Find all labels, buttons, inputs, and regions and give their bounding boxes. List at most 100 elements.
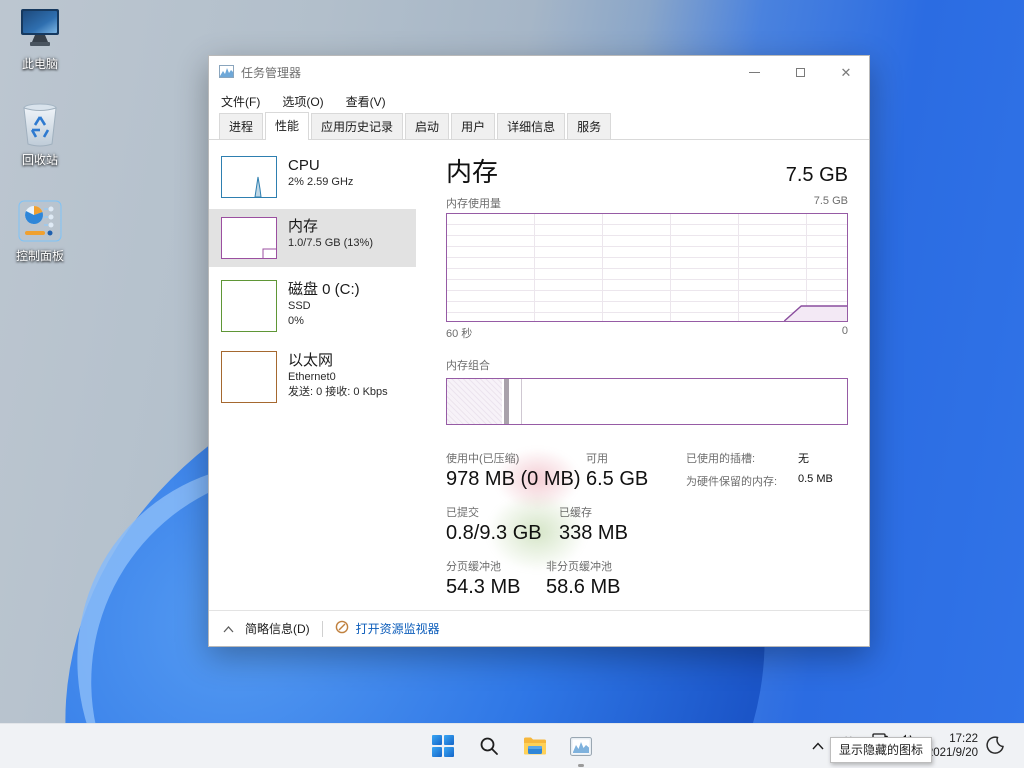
tray-chevron-button[interactable]: [812, 739, 824, 753]
desktop-icons: 此电脑 回收站 控制面板: [8, 6, 72, 294]
this-pc-icon: [16, 6, 64, 52]
cached-value: 338 MB: [559, 522, 628, 544]
paged-pool-label: 分页缓冲池: [446, 561, 501, 573]
recycle-bin-icon: [16, 102, 64, 148]
search-button[interactable]: [473, 730, 505, 762]
minimize-button[interactable]: [731, 56, 777, 89]
in-use-value: 978 MB (0 MB): [446, 468, 581, 490]
desktop: 此电脑 回收站 控制面板 任务管理器 ✕ 文件(F) 选项(O) 查看(V) 进…: [0, 0, 1024, 768]
file-explorer-button[interactable]: [519, 730, 551, 762]
sidebar-item-cpu[interactable]: CPU 2% 2.59 GHz: [209, 148, 416, 206]
tab-services[interactable]: 服务: [567, 113, 612, 139]
desktop-icon-label: 回收站: [21, 153, 58, 167]
performance-sidebar: CPU 2% 2.59 GHz 内存 1.0/7.5 GB (13%) 磁盘 0…: [209, 140, 416, 611]
hw-reserved-value: 0.5 MB: [798, 473, 833, 485]
disk-usage: 0%: [288, 315, 304, 327]
menu-options[interactable]: 选项(O): [282, 93, 323, 110]
minimize-icon: [748, 72, 760, 73]
open-resource-monitor-link[interactable]: 打开资源监视器: [356, 620, 440, 637]
memory-composition-bar[interactable]: [446, 378, 848, 425]
cpu-mini-graph: [221, 156, 277, 198]
app-icon: [219, 64, 234, 81]
tab-processes[interactable]: 进程: [219, 113, 264, 139]
memory-stats: 使用中(已压缩) 978 MB (0 MB) 可用 6.5 GB 已提交 0.8…: [446, 450, 848, 599]
desktop-icon-this-pc[interactable]: 此电脑: [8, 6, 72, 72]
tab-app-history[interactable]: 应用历史记录: [311, 113, 404, 139]
status-bar: 简略信息(D) 打开资源监视器: [209, 610, 869, 646]
menu-view[interactable]: 查看(V): [346, 93, 386, 110]
fewer-details-button[interactable]: 简略信息(D): [245, 620, 310, 637]
tray-time: 17:22: [949, 733, 978, 745]
composition-divider: [521, 379, 522, 424]
chevron-up-icon: [812, 742, 824, 750]
menu-bar: 文件(F) 选项(O) 查看(V): [209, 89, 869, 113]
close-icon: ✕: [840, 65, 852, 80]
menu-file[interactable]: 文件(F): [221, 93, 260, 110]
maximize-icon: [795, 68, 805, 77]
performance-content: CPU 2% 2.59 GHz 内存 1.0/7.5 GB (13%) 磁盘 0…: [209, 140, 869, 611]
desktop-icon-recycle-bin[interactable]: 回收站: [8, 102, 72, 168]
cpu-stats: 2% 2.59 GHz: [288, 176, 354, 188]
memory-capacity: 7.5 GB: [785, 164, 848, 186]
graph-time-label: 60 秒: [446, 328, 473, 340]
window-title: 任务管理器: [241, 66, 302, 80]
paged-pool-value: 54.3 MB: [446, 576, 521, 598]
sidebar-item-ethernet[interactable]: 以太网 Ethernet0 发送: 0 接收: 0 Kbps: [209, 343, 416, 411]
graph-zero-label: 0: [841, 325, 848, 337]
slots-label: 已使用的插槽:: [686, 453, 756, 465]
in-use-label: 使用中(已压缩): [446, 453, 520, 465]
sidebar-item-disk[interactable]: 磁盘 0 (C:) SSD 0%: [209, 272, 416, 340]
graph-label: 内存使用量: [446, 198, 501, 210]
desktop-icon-control-panel[interactable]: 控制面板: [8, 198, 72, 264]
ethernet-adapter: Ethernet0: [288, 371, 336, 383]
close-button[interactable]: ✕: [823, 56, 869, 89]
resource-monitor-icon: [335, 620, 349, 637]
tab-performance[interactable]: 性能: [265, 112, 310, 140]
title-bar[interactable]: 任务管理器 ✕: [209, 56, 869, 89]
running-indicator: [578, 764, 584, 767]
tray-date: 2021/9/20: [926, 747, 978, 759]
maximize-button[interactable]: [777, 56, 823, 89]
tab-details[interactable]: 详细信息: [497, 113, 566, 139]
tray-tooltip: 显示隐藏的图标: [830, 737, 933, 763]
task-manager-icon: [570, 736, 592, 756]
task-manager-window: 任务管理器 ✕ 文件(F) 选项(O) 查看(V) 进程 性能 应用历史记录 启…: [208, 55, 870, 647]
disk-mini-graph: [221, 280, 277, 332]
cached-label: 已缓存: [559, 507, 592, 519]
search-icon: [480, 737, 498, 755]
memory-stats: 1.0/7.5 GB (13%): [288, 237, 373, 249]
panel-title: 内存: [446, 157, 499, 187]
taskbar-clock[interactable]: 17:22 2021/9/20: [927, 732, 978, 760]
non-paged-pool-value: 58.6 MB: [546, 576, 621, 598]
ethernet-title: 以太网: [288, 352, 334, 369]
file-explorer-icon: [524, 737, 546, 755]
tab-strip: 进程 性能 应用历史记录 启动 用户 详细信息 服务: [209, 112, 869, 140]
ethernet-throughput: 发送: 0 接收: 0 Kbps: [288, 386, 388, 398]
footer-divider: [321, 620, 323, 637]
disk-type: SSD: [288, 300, 311, 312]
composition-in-use-segment: [447, 379, 502, 424]
desktop-icon-label: 此电脑: [21, 57, 58, 71]
composition-modified-segment: [504, 379, 509, 424]
memory-title: 内存: [288, 218, 319, 235]
graph-max-label: 7.5 GB: [813, 195, 848, 207]
available-label: 可用: [586, 453, 608, 465]
committed-value: 0.8/9.3 GB: [446, 522, 542, 544]
tab-users[interactable]: 用户: [451, 113, 496, 139]
composition-label: 内存组合: [446, 360, 490, 372]
start-button[interactable]: [427, 730, 459, 762]
slots-value: 无: [798, 453, 809, 465]
tab-startup[interactable]: 启动: [405, 113, 450, 139]
task-manager-taskbar-button[interactable]: [565, 730, 597, 767]
non-paged-pool-label: 非分页缓冲池: [546, 561, 612, 573]
collapse-chevron-icon: [223, 622, 234, 636]
committed-label: 已提交: [446, 507, 479, 519]
focus-assist-moon-icon[interactable]: [986, 736, 1004, 757]
memory-side-stats: 已使用的插槽: 无 为硬件保留的内存: 0.5 MB: [686, 450, 848, 489]
available-value: 6.5 GB: [586, 468, 649, 490]
sidebar-item-memory[interactable]: 内存 1.0/7.5 GB (13%): [209, 209, 416, 267]
ethernet-mini-graph: [221, 351, 277, 403]
desktop-icon-label: 控制面板: [15, 249, 64, 263]
memory-mini-graph: [221, 217, 277, 259]
hw-reserved-label: 为硬件保留的内存:: [686, 476, 778, 488]
